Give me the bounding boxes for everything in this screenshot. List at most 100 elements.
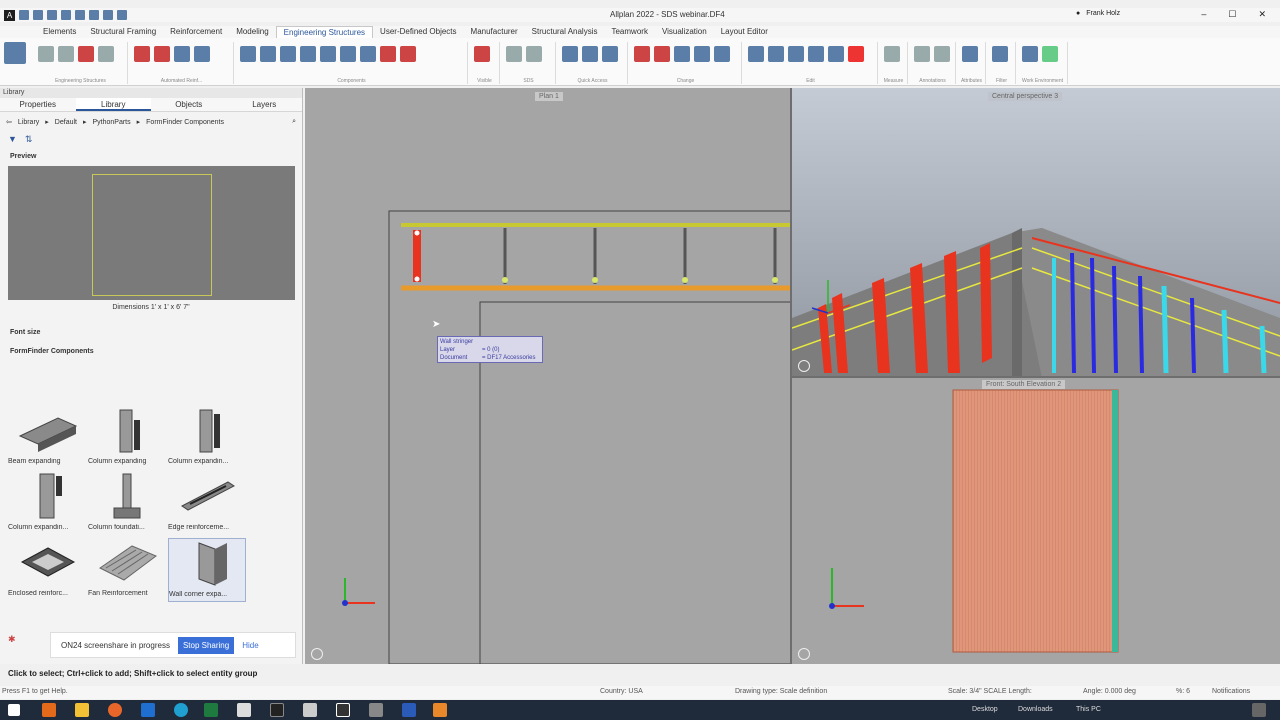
move-icon[interactable] (674, 46, 690, 62)
redo-icon[interactable] (75, 10, 85, 20)
breadcrumb-pythonparts[interactable]: PythonParts (93, 119, 131, 126)
hide-button[interactable]: Hide (242, 641, 258, 650)
wall-icon[interactable] (240, 46, 256, 62)
undo-icon[interactable] (61, 10, 71, 20)
taskbar-desktop[interactable]: Desktop (972, 706, 998, 713)
opening-icon[interactable] (340, 46, 356, 62)
layer-icon[interactable] (103, 10, 113, 20)
ribbon-tab-user-defined-objects[interactable]: User-Defined Objects (373, 26, 463, 38)
measure-icon[interactable] (884, 46, 900, 62)
anchor-icon[interactable] (78, 46, 94, 62)
viewport-settings-icon[interactable] (311, 648, 323, 660)
attributes-icon[interactable] (962, 46, 978, 62)
edit-icon[interactable] (634, 46, 650, 62)
ribbon-tab-structural-framing[interactable]: Structural Framing (83, 26, 163, 38)
elevation-viewport[interactable]: Front: South Elevation 2 (792, 378, 1280, 664)
open-icon[interactable] (33, 10, 43, 20)
ribbon-tab-structural-analysis[interactable]: Structural Analysis (525, 26, 605, 38)
viewport-settings-icon[interactable] (798, 648, 810, 660)
tab-layers[interactable]: Layers (227, 98, 303, 111)
abc-icon[interactable] (914, 46, 930, 62)
tab-objects[interactable]: Objects (151, 98, 227, 111)
allplan-taskbar-icon[interactable] (270, 703, 284, 717)
excel-icon[interactable] (204, 703, 218, 717)
taskbar-downloads[interactable]: Downloads (1018, 706, 1053, 713)
copy-icon[interactable] (694, 46, 710, 62)
settings-gear-icon[interactable]: ✱ (8, 634, 16, 645)
font-size-label[interactable]: Font size (0, 315, 302, 342)
ribbon-tab-elements[interactable]: Elements (36, 26, 83, 38)
column-tool-icon[interactable] (280, 46, 296, 62)
settings-icon[interactable] (369, 703, 383, 717)
stretch-icon[interactable] (714, 46, 730, 62)
bar-icon[interactable] (174, 46, 190, 62)
viewport-settings-icon[interactable] (798, 360, 810, 372)
allplan-active-icon[interactable] (336, 703, 350, 717)
form2-icon[interactable] (400, 46, 416, 62)
firefox-icon[interactable] (108, 703, 122, 717)
slab-icon[interactable] (260, 46, 276, 62)
settings-icon[interactable] (117, 10, 127, 20)
component-enclosed-reinforcement[interactable]: Enclosed reinforc... (8, 538, 86, 602)
stop-sharing-button[interactable]: Stop Sharing (177, 636, 235, 654)
status-angle[interactable]: Angle: 0.000 deg (1083, 688, 1136, 695)
app-orange-icon[interactable] (433, 703, 447, 717)
user-area[interactable]: ● Frank Holz (1076, 10, 1120, 17)
status-notifications[interactable]: Notifications (1212, 688, 1250, 695)
file-explorer-icon[interactable] (75, 703, 89, 717)
status-scale[interactable]: Scale: 3/4" SCALE Length: (948, 688, 1032, 695)
maximize-icon[interactable]: ☐ (1228, 9, 1236, 20)
components-section-title[interactable]: FormFinder Components (0, 342, 302, 361)
reinf2-icon[interactable] (154, 46, 170, 62)
app-icon[interactable] (237, 703, 251, 717)
component-column-expanding-2[interactable]: Column expandin... (168, 406, 246, 470)
outlook-icon[interactable] (141, 703, 155, 717)
preview-section-title[interactable]: Preview (0, 147, 302, 166)
plan-viewport[interactable]: Plan 1 ➤ (305, 88, 791, 664)
ribbon-tab-layout-editor[interactable]: Layout Editor (714, 26, 775, 38)
tab-library[interactable]: Library (75, 98, 151, 111)
taskbar-this-pc[interactable]: This PC (1076, 706, 1101, 713)
bridge-icon[interactable] (58, 46, 74, 62)
breadcrumb-default[interactable]: Default (55, 119, 77, 126)
ribbon-tab-manufacturer[interactable]: Manufacturer (464, 26, 525, 38)
notepad-icon[interactable] (303, 703, 317, 717)
windows-start-icon[interactable] (8, 704, 20, 716)
dimension-icon[interactable] (602, 46, 618, 62)
component-edge-reinforcement[interactable]: Edge reinforceme... (168, 472, 246, 536)
ribbon-tab-teamwork[interactable]: Teamwork (604, 26, 654, 38)
perspective-viewport[interactable]: Central perspective 3 (792, 88, 1280, 378)
sds2-icon[interactable] (526, 46, 542, 62)
notification-icon[interactable] (1252, 703, 1266, 717)
frame-icon[interactable] (98, 46, 114, 62)
sds-icon[interactable] (506, 46, 522, 62)
component-beam-expanding[interactable]: Beam expanding (8, 406, 86, 470)
ribbon-tab-engineering-structures[interactable]: Engineering Structures (275, 26, 374, 38)
ribbon-tab-reinforcement[interactable]: Reinforcement (163, 26, 229, 38)
trim-icon[interactable] (828, 46, 844, 62)
status-drawing-type[interactable]: Drawing type: Scale definition (735, 688, 827, 695)
word-icon[interactable] (402, 703, 416, 717)
search-icon[interactable]: ⌕ (292, 118, 296, 126)
sort-icon[interactable]: ⇅ (25, 134, 33, 145)
label-icon[interactable] (934, 46, 950, 62)
visible-icon[interactable] (474, 46, 490, 62)
back-icon[interactable]: ⇦ (6, 118, 12, 126)
tab-properties[interactable]: Properties (0, 98, 76, 111)
filter-icon[interactable]: ▼ (8, 134, 17, 145)
pile-icon[interactable] (38, 46, 54, 62)
snap-icon[interactable] (1042, 46, 1058, 62)
close-icon[interactable]: ✕ (1258, 9, 1266, 20)
breadcrumb-library[interactable]: Library (18, 119, 39, 126)
workplane-icon[interactable] (1022, 46, 1038, 62)
component-column-expanding-3[interactable]: Column expandin... (8, 472, 86, 536)
edge-icon[interactable] (174, 703, 188, 717)
ribbon-tab-visualization[interactable]: Visualization (655, 26, 714, 38)
formwork-icon[interactable] (380, 46, 396, 62)
copy2-icon[interactable] (748, 46, 764, 62)
filter-icon[interactable] (992, 46, 1008, 62)
ribbon-tab-modeling[interactable]: Modeling (229, 26, 275, 38)
grid-icon[interactable] (360, 46, 376, 62)
save-icon[interactable] (47, 10, 57, 20)
minimize-icon[interactable]: – (1201, 9, 1206, 20)
